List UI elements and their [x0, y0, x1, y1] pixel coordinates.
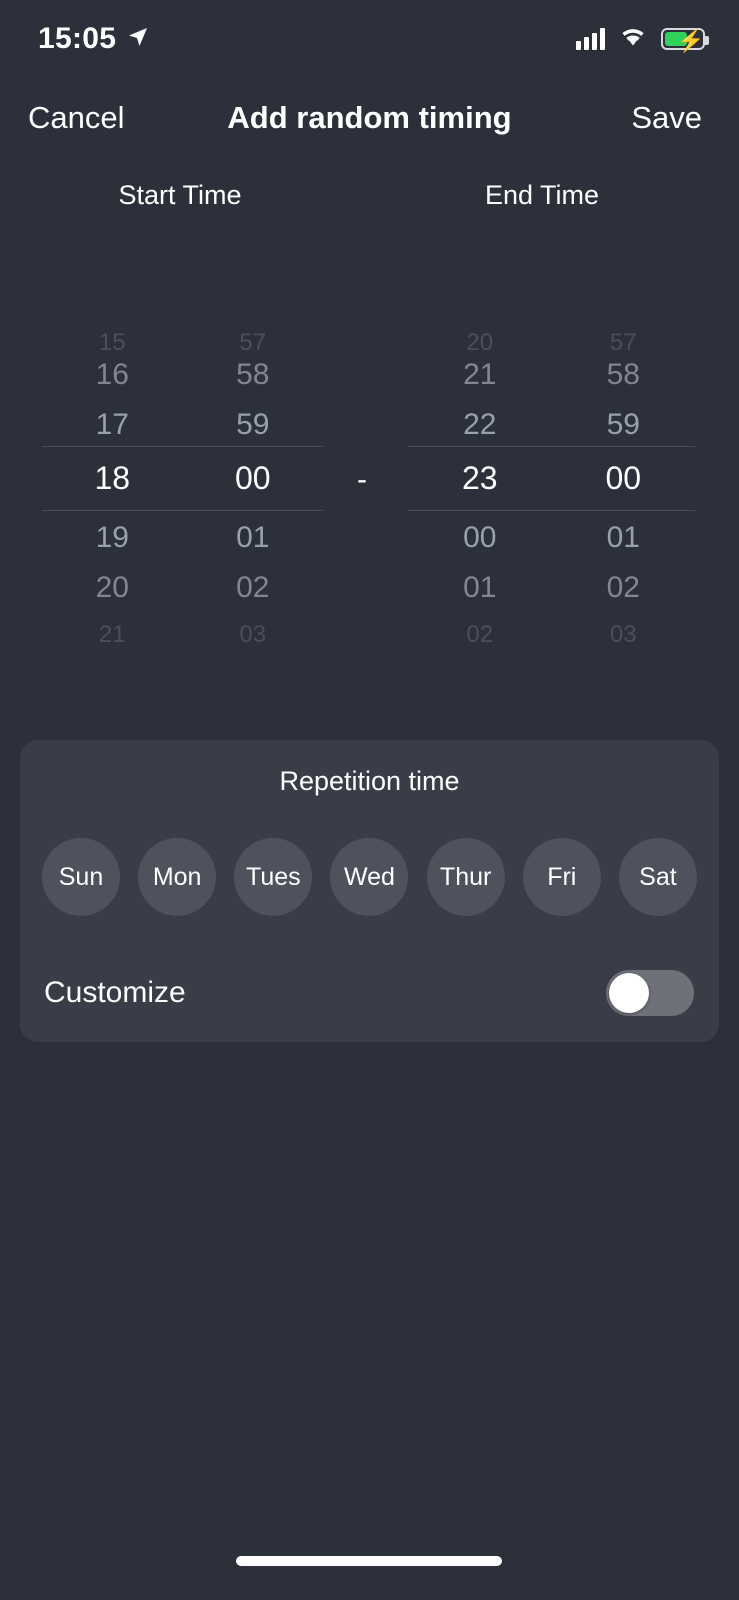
repetition-title: Repetition time: [279, 766, 460, 796]
start-minute-column[interactable]: 57 58 59 00 01 02 03: [183, 318, 324, 648]
picker-cell[interactable]: 03: [552, 610, 696, 660]
day-selector: Sun Mon Tues Wed Thur Fri Sat: [42, 838, 697, 916]
day-chip-sun[interactable]: Sun: [42, 838, 120, 916]
end-minute-selected[interactable]: 00: [552, 453, 696, 503]
location-arrow-icon: [126, 25, 150, 54]
status-bar-right: ⚡: [576, 26, 709, 53]
day-chip-fri[interactable]: Fri: [522, 838, 601, 916]
day-label: Sun: [58, 862, 104, 891]
day-chip-thur[interactable]: Thur: [426, 838, 505, 916]
picker-headings: Start Time End Time: [0, 180, 739, 222]
picker-cell[interactable]: 21: [42, 610, 183, 660]
start-time-picker[interactable]: 15 16 17 18 19 20 21 57 58 59 00 01 02 0…: [42, 318, 324, 648]
day-label: Mon: [152, 862, 202, 891]
end-hour-column[interactable]: 20 21 22 23 00 01 02: [408, 318, 552, 648]
start-hour-selected[interactable]: 18: [42, 453, 183, 503]
day-label: Wed: [343, 862, 395, 891]
picker-cell[interactable]: 59: [183, 400, 324, 450]
start-time-label: Start Time: [118, 180, 242, 210]
picker-cell[interactable]: 58: [552, 350, 696, 400]
status-time: 15:05: [38, 22, 117, 55]
start-hour-column[interactable]: 15 16 17 18 19 20 21: [42, 318, 183, 648]
day-label: Tues: [245, 862, 301, 891]
range-separator: -: [357, 463, 367, 496]
picker-cell[interactable]: 16: [42, 350, 183, 400]
app-screen: 15:05 ⚡ Cancel Add random timing Save St…: [0, 0, 739, 1600]
picker-cell[interactable]: 22: [408, 400, 552, 450]
start-minute-selected[interactable]: 00: [183, 453, 324, 503]
wifi-icon: [619, 26, 647, 52]
day-chip-mon[interactable]: Mon: [138, 838, 217, 916]
end-time-label: End Time: [484, 180, 600, 210]
picker-cell[interactable]: 02: [183, 563, 324, 613]
picker-cell[interactable]: 01: [552, 513, 696, 563]
picker-cell[interactable]: 03: [183, 610, 324, 660]
save-button[interactable]: Save: [631, 90, 702, 146]
picker-cell[interactable]: 20: [42, 563, 183, 613]
toggle-knob: [609, 973, 649, 1013]
picker-cell[interactable]: 17: [42, 400, 183, 450]
nav-bar: Cancel Add random timing Save: [0, 90, 739, 146]
day-label: Fri: [547, 862, 577, 891]
end-time-picker[interactable]: 20 21 22 23 00 01 02 57 58 59 00 01 02 0…: [408, 318, 696, 648]
picker-cell[interactable]: 59: [552, 400, 696, 450]
picker-cell[interactable]: 01: [183, 513, 324, 563]
picker-cell[interactable]: 19: [42, 513, 183, 563]
picker-cell[interactable]: 01: [408, 563, 552, 613]
customize-row: Customize: [44, 962, 694, 1024]
repetition-card: Repetition time Sun Mon Tues Wed Thur Fr…: [20, 740, 719, 1042]
cellular-signal-icon: [576, 28, 605, 50]
status-bar-left: 15:05: [38, 22, 150, 56]
end-minute-column[interactable]: 57 58 59 00 01 02 03: [552, 318, 696, 648]
day-label: Thur: [439, 862, 492, 891]
status-bar: 15:05 ⚡: [0, 0, 739, 78]
picker-cell[interactable]: 00: [408, 513, 552, 563]
picker-cell[interactable]: 58: [183, 350, 324, 400]
charging-bolt-icon: ⚡: [677, 28, 705, 53]
day-chip-sat[interactable]: Sat: [618, 838, 697, 916]
battery-charging-icon: ⚡: [661, 28, 709, 53]
day-chip-tues[interactable]: Tues: [234, 838, 313, 916]
customize-toggle[interactable]: [606, 970, 694, 1016]
page-title: Add random timing: [227, 100, 512, 135]
day-chip-wed[interactable]: Wed: [330, 838, 409, 916]
end-hour-selected[interactable]: 23: [408, 453, 552, 503]
day-label: Sat: [639, 862, 677, 891]
picker-cell[interactable]: 02: [408, 610, 552, 660]
picker-cell[interactable]: 02: [552, 563, 696, 613]
home-indicator: [236, 1556, 502, 1566]
customize-label: Customize: [44, 976, 186, 1009]
picker-cell[interactable]: 21: [408, 350, 552, 400]
